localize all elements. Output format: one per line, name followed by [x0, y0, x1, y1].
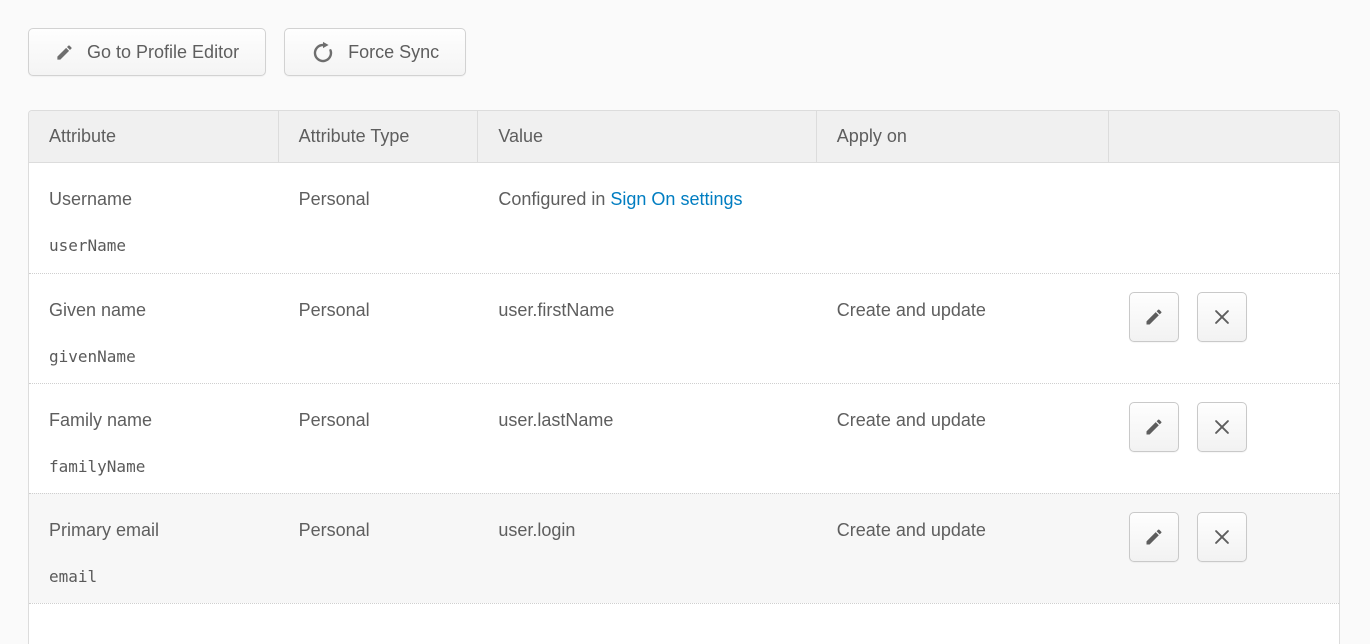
value-text: user.login	[498, 520, 575, 540]
x-icon	[1211, 416, 1233, 438]
toolbar: Go to Profile Editor Force Sync	[28, 28, 466, 76]
attribute-cell: Username userName	[29, 163, 279, 273]
pencil-icon	[1144, 417, 1164, 437]
attribute-type-value: Personal	[299, 188, 469, 210]
pencil-icon	[1144, 527, 1164, 547]
attribute-type-value: Personal	[299, 299, 469, 321]
refresh-icon	[311, 40, 335, 64]
remove-attribute-button[interactable]	[1197, 402, 1247, 452]
attribute-type-cell: Personal	[279, 163, 479, 273]
header-apply-on: Apply on	[817, 111, 1110, 162]
apply-on-cell: Create and update	[817, 274, 1110, 383]
attribute-type-cell: Personal	[279, 494, 479, 603]
apply-on-cell	[817, 163, 1110, 273]
attribute-label: Given name	[49, 299, 269, 321]
edit-attribute-button[interactable]	[1129, 512, 1179, 562]
attribute-variable: userName	[49, 236, 269, 255]
attribute-type-value: Personal	[299, 519, 469, 541]
row-actions	[1109, 274, 1339, 383]
attribute-cell: Family name familyName	[29, 384, 279, 493]
force-sync-label: Force Sync	[348, 42, 439, 63]
attribute-cell: Primary email email	[29, 494, 279, 603]
pencil-icon	[1144, 307, 1164, 327]
table-row: Family name familyName Personal user.las…	[29, 383, 1339, 493]
attribute-variable: email	[49, 567, 269, 586]
apply-on-value: Create and update	[837, 299, 1100, 321]
header-attribute-type: Attribute Type	[279, 111, 479, 162]
edit-attribute-button[interactable]	[1129, 292, 1179, 342]
x-icon	[1211, 306, 1233, 328]
pencil-icon	[55, 43, 74, 62]
sign-on-settings-link[interactable]: Sign On settings	[610, 189, 742, 209]
go-to-profile-editor-button[interactable]: Go to Profile Editor	[28, 28, 266, 76]
remove-attribute-button[interactable]	[1197, 292, 1247, 342]
attribute-type-value: Personal	[299, 409, 469, 431]
attribute-label: Primary email	[49, 519, 269, 541]
row-actions	[1109, 163, 1339, 273]
table-header: Attribute Attribute Type Value Apply on	[29, 111, 1339, 163]
apply-on-cell: Create and update	[817, 494, 1110, 603]
attribute-variable: givenName	[49, 347, 269, 366]
table-body: Username userName Personal Configured in…	[29, 163, 1339, 603]
value-cell: user.lastName	[478, 384, 816, 493]
attribute-cell: Given name givenName	[29, 274, 279, 383]
attribute-variable: familyName	[49, 457, 269, 476]
table-row: Given name givenName Personal user.first…	[29, 273, 1339, 383]
header-attribute: Attribute	[29, 111, 279, 162]
value-cell: user.login	[478, 494, 816, 603]
go-to-profile-editor-label: Go to Profile Editor	[87, 42, 239, 63]
edit-attribute-button[interactable]	[1129, 402, 1179, 452]
row-actions	[1109, 494, 1339, 603]
value-prefix-text: Configured in	[498, 189, 610, 209]
attribute-mapping-table: Attribute Attribute Type Value Apply on …	[28, 110, 1340, 644]
apply-on-value: Create and update	[837, 409, 1100, 431]
attribute-type-cell: Personal	[279, 274, 479, 383]
attribute-label: Family name	[49, 409, 269, 431]
row-actions	[1109, 384, 1339, 493]
table-row: Primary email email Personal user.login …	[29, 493, 1339, 603]
x-icon	[1211, 526, 1233, 548]
value-text: user.lastName	[498, 410, 613, 430]
value-cell: Configured in Sign On settings	[478, 163, 816, 273]
header-actions	[1109, 111, 1339, 162]
remove-attribute-button[interactable]	[1197, 512, 1247, 562]
value-text: user.firstName	[498, 300, 614, 320]
table-row: Username userName Personal Configured in…	[29, 163, 1339, 273]
apply-on-cell: Create and update	[817, 384, 1110, 493]
header-value: Value	[478, 111, 816, 162]
table-row-partial	[29, 603, 1339, 644]
value-cell: user.firstName	[478, 274, 816, 383]
attribute-label: Username	[49, 188, 269, 210]
apply-on-value: Create and update	[837, 519, 1100, 541]
attribute-type-cell: Personal	[279, 384, 479, 493]
force-sync-button[interactable]: Force Sync	[284, 28, 466, 76]
